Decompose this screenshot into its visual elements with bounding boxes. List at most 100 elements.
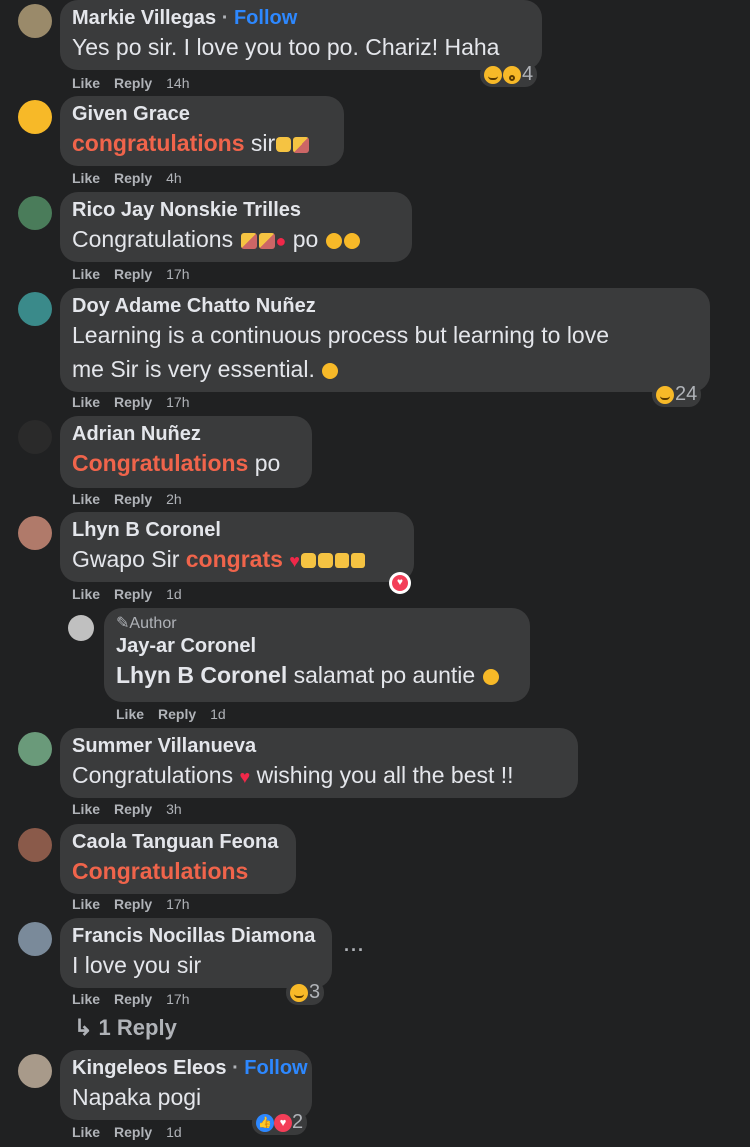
comment-actions: Like Reply 3h xyxy=(72,801,196,817)
couple-icon xyxy=(258,232,275,249)
commenter-name[interactable]: Kingeleos Eleos xyxy=(72,1057,227,1079)
like-link[interactable]: Like xyxy=(116,706,144,722)
comment-text: Congratulations xyxy=(72,858,249,884)
reply-link[interactable]: Reply xyxy=(114,266,152,282)
timestamp[interactable]: 17h xyxy=(166,266,189,282)
smile-icon xyxy=(325,232,342,249)
avatar[interactable] xyxy=(18,292,52,326)
like-link[interactable]: Like xyxy=(72,1124,100,1140)
avatar[interactable] xyxy=(18,516,52,550)
commenter-name[interactable]: Markie Villegas xyxy=(72,7,216,29)
comment-text: Yes po sir. I love you too po. Chariz! H… xyxy=(72,34,500,60)
comment-bubble: Lhyn B Coronel Gwapo Sir congrats ♥ xyxy=(60,512,414,582)
timestamp[interactable]: 3h xyxy=(166,801,182,817)
commenter-name[interactable]: Francis Nocillas Diamona xyxy=(72,924,320,948)
reaction-count[interactable]: 4 xyxy=(480,62,538,87)
like-link[interactable]: Like xyxy=(72,586,100,602)
like-link[interactable]: Like xyxy=(72,394,100,410)
commenter-name[interactable]: Lhyn B Coronel xyxy=(72,518,402,542)
wow-icon xyxy=(503,65,521,84)
love-icon: ♥ xyxy=(274,1113,292,1132)
reply-link[interactable]: Reply xyxy=(114,586,152,602)
avatar[interactable] xyxy=(18,196,52,230)
avatar[interactable] xyxy=(18,420,52,454)
like-link[interactable]: Like xyxy=(72,75,100,91)
comment-text-line-1: Learning is a continuous process but lea… xyxy=(72,322,610,348)
follow-button[interactable]: Follow xyxy=(234,7,297,29)
love-icon: ♥ xyxy=(392,575,408,591)
avatar[interactable] xyxy=(18,100,52,134)
timestamp[interactable]: 2h xyxy=(166,491,182,507)
commenter-name[interactable]: Given Grace xyxy=(72,102,332,126)
timestamp[interactable]: 14h xyxy=(166,75,189,91)
comment-bubble: Francis Nocillas Diamona I love you sir xyxy=(60,918,332,988)
comment-text: Congratulations ♥ wishing you all the be… xyxy=(72,762,514,788)
commenter-name[interactable]: Jay-ar Coronel xyxy=(116,634,518,658)
comment-actions: Like Reply 17h xyxy=(72,266,204,282)
view-replies-link[interactable]: ↳ 1 Reply xyxy=(74,1015,177,1041)
haha-icon xyxy=(656,385,674,404)
avatar[interactable] xyxy=(18,732,52,766)
comment-actions: Like Reply 2h xyxy=(72,491,196,507)
comment-actions: Like Reply 4h xyxy=(72,170,196,186)
reply-link[interactable]: Reply xyxy=(114,896,152,912)
reaction-count[interactable]: 24 xyxy=(652,382,702,407)
avatar[interactable] xyxy=(18,4,52,38)
reply-link[interactable]: Reply xyxy=(114,491,152,507)
more-options-button[interactable]: ··· xyxy=(344,940,365,961)
reaction-count[interactable]: 3 xyxy=(286,980,325,1005)
comment-bubble: Summer Villanueva Congratulations ♥ wish… xyxy=(60,728,578,798)
commenter-name[interactable]: Doy Adame Chatto Nuñez xyxy=(72,294,698,318)
comment-text: Lhyn B Coronel salamat po auntie xyxy=(116,658,518,692)
comment-actions: Like Reply 1d xyxy=(72,586,196,602)
timestamp[interactable]: 17h xyxy=(166,896,189,912)
reply-link[interactable]: Reply xyxy=(158,706,196,722)
timestamp[interactable]: 17h xyxy=(166,991,189,1007)
commenter-name[interactable]: Rico Jay Nonskie Trilles xyxy=(72,198,400,222)
like-link[interactable]: Like xyxy=(72,266,100,282)
reply-link[interactable]: Reply xyxy=(114,1124,152,1140)
balloon-icon: ● xyxy=(275,230,287,251)
like-link[interactable]: Like xyxy=(72,801,100,817)
clap-icon xyxy=(300,553,316,569)
reply-link[interactable]: Reply xyxy=(114,75,152,91)
follow-button[interactable]: Follow xyxy=(244,1057,307,1079)
avatar[interactable] xyxy=(18,1054,52,1088)
heart-icon: ♥ xyxy=(239,766,251,787)
reply-link[interactable]: Reply xyxy=(114,991,152,1007)
comment-text: I love you sir xyxy=(72,952,202,978)
like-link[interactable]: Like xyxy=(72,991,100,1007)
like-link[interactable]: Like xyxy=(72,491,100,507)
timestamp[interactable]: 17h xyxy=(166,394,189,410)
love-reaction-badge[interactable]: ♥ xyxy=(389,572,411,594)
comment-text-line-2: me Sir is very essential. xyxy=(72,352,698,386)
comment-bubble: Rico Jay Nonskie Trilles Congratulations… xyxy=(60,192,412,262)
timestamp[interactable]: 1d xyxy=(210,706,226,722)
separator-dot: · xyxy=(232,1057,239,1079)
comment-actions: Like Reply 1d xyxy=(116,706,240,722)
timestamp[interactable]: 4h xyxy=(166,170,182,186)
timestamp[interactable]: 1d xyxy=(166,586,182,602)
comment-text: Congratulations po xyxy=(72,450,281,476)
commenter-name[interactable]: Adrian Nuñez xyxy=(72,422,300,446)
mention-link[interactable]: Lhyn B Coronel xyxy=(116,662,287,688)
couple-icon xyxy=(293,136,310,153)
comment-actions: Like Reply 17h xyxy=(72,896,204,912)
timestamp[interactable]: 1d xyxy=(166,1124,182,1140)
avatar[interactable] xyxy=(68,615,94,641)
reply-link[interactable]: Reply xyxy=(114,394,152,410)
comment-actions: Like Reply 17h xyxy=(72,394,204,410)
like-link[interactable]: Like xyxy=(72,170,100,186)
author-badge: ✎Author xyxy=(116,615,177,632)
avatar[interactable] xyxy=(18,828,52,862)
reaction-count[interactable]: 👍 ♥ 2 xyxy=(252,1110,308,1135)
reply-link[interactable]: Reply xyxy=(114,801,152,817)
avatar[interactable] xyxy=(18,922,52,956)
thumbs-up-icon xyxy=(334,553,349,569)
reply-link[interactable]: Reply xyxy=(114,170,152,186)
commenter-name[interactable]: Summer Villanueva xyxy=(72,734,566,758)
like-link[interactable]: Like xyxy=(72,896,100,912)
comment-actions: Like Reply 17h xyxy=(72,991,204,1007)
commenter-name[interactable]: Caola Tanguan Feona xyxy=(72,830,284,854)
comment-bubble: Given Grace congratulations sir xyxy=(60,96,344,166)
